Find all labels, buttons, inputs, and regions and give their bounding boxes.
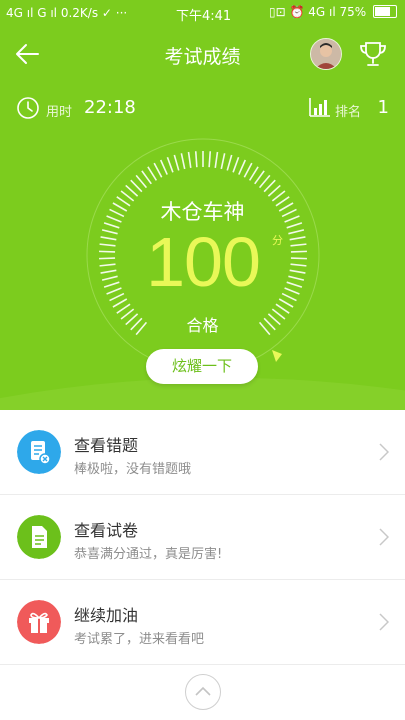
- gauge-tick: [99, 263, 116, 267]
- gauge-tick: [99, 243, 116, 247]
- status-icons: ▯⊡ ⏰ 4G ıl: [269, 5, 336, 19]
- gauge-tick: [288, 229, 305, 235]
- status-signal: 4G ıl G ıl 0.2K/s ✓ ···: [6, 6, 128, 20]
- gauge-tick: [100, 236, 117, 241]
- gauge-tick: [101, 275, 118, 281]
- chevron-right-icon: [379, 443, 389, 461]
- list-item-exam-paper[interactable]: 查看试卷 恭喜满分通过，真是厉害!: [0, 495, 405, 580]
- list-item-title: 继续加油: [74, 606, 139, 625]
- list-item-subtitle: 棒极啦，没有错题哦: [74, 462, 192, 477]
- gauge-tick: [284, 287, 300, 295]
- bar-chart-icon: [309, 98, 330, 117]
- gauge-tick: [238, 159, 247, 175]
- user-avatar[interactable]: [310, 38, 342, 70]
- rank: 排名 1: [309, 94, 389, 122]
- gauge-tick: [100, 269, 117, 274]
- chevron-right-icon: [379, 528, 389, 546]
- action-list: 查看错题 棒极啦，没有错题哦 查看试卷 恭喜满分通过，真是厉害! 继续加油 考试…: [0, 410, 405, 665]
- result-header: 4G ıl G ıl 0.2K/s ✓ ··· 下午4:41 ▯⊡ ⏰ 4G ı…: [0, 0, 405, 410]
- title-bar: 考试成绩: [0, 28, 405, 80]
- list-item-wrong-questions[interactable]: 查看错题 棒极啦，没有错题哦: [0, 410, 405, 495]
- chevron-up-icon: [195, 686, 211, 696]
- gauge-tick: [112, 298, 128, 308]
- status-time: 下午4:41: [176, 9, 232, 24]
- gauge-tick: [258, 174, 271, 189]
- gauge-tick: [147, 166, 158, 181]
- battery-percent: 75%: [339, 5, 367, 19]
- score-unit: 分: [272, 234, 283, 247]
- gauge-tick: [248, 166, 259, 181]
- clock-icon: [17, 97, 39, 119]
- status-right: ▯⊡ ⏰ 4G ıl 75%: [269, 5, 397, 19]
- page-title: 考试成绩: [164, 46, 241, 68]
- gauge-tick: [194, 151, 198, 168]
- gauge-tick: [254, 170, 265, 185]
- gauge-tick: [166, 156, 174, 173]
- gauge-tick: [109, 292, 125, 302]
- wrong-questions-icon: [17, 430, 61, 474]
- gauge-tick: [130, 179, 143, 193]
- gauge-tick: [180, 153, 186, 170]
- rank-label: 排名: [335, 105, 362, 120]
- gauge-tick: [232, 156, 240, 173]
- list-item-subtitle: 恭喜满分通过，真是厉害!: [74, 547, 223, 562]
- gauge-tick: [281, 292, 297, 302]
- list-item-title: 查看试卷: [74, 521, 139, 540]
- list-item-title: 查看错题: [74, 436, 139, 455]
- gauge-tick: [135, 174, 148, 189]
- gauge-tick: [226, 154, 233, 171]
- gauge-tick: [290, 263, 307, 267]
- gauge-tick: [220, 153, 226, 170]
- gauge-tick: [263, 179, 276, 193]
- gauge-tick: [208, 151, 212, 168]
- gauge-tick: [159, 159, 168, 175]
- share-button[interactable]: 炫耀一下: [146, 349, 258, 384]
- status-bar: 4G ıl G ıl 0.2K/s ✓ ··· 下午4:41 ▯⊡ ⏰ 4G ı…: [0, 0, 405, 28]
- gauge-tick: [101, 229, 118, 235]
- gauge-tick: [290, 243, 307, 247]
- rank-value: 1: [377, 97, 389, 118]
- gauge-tick: [103, 281, 120, 288]
- list-item-keep-going[interactable]: 继续加油 考试累了，进来看看吧: [0, 580, 405, 665]
- gauge-tick: [288, 275, 305, 281]
- list-item-subtitle: 考试累了，进来看看吧: [74, 632, 205, 647]
- gauge-tick: [106, 287, 122, 295]
- gauge-tick: [187, 151, 192, 168]
- gauge-tick: [214, 151, 219, 168]
- chevron-right-icon: [379, 613, 389, 631]
- avatar-image: [311, 39, 341, 69]
- gauge-tick: [267, 184, 281, 197]
- trophy-icon[interactable]: [357, 38, 389, 70]
- gauge-tick: [141, 170, 152, 185]
- scroll-up-button[interactable]: [185, 674, 221, 710]
- gauge-tick: [153, 162, 163, 178]
- gauge-tick: [243, 162, 253, 178]
- gauge-tick: [290, 250, 307, 253]
- gauge-tick: [289, 269, 306, 274]
- gauge-tick: [290, 257, 307, 260]
- gauge-tick: [289, 236, 306, 241]
- gauge-tick: [99, 250, 116, 253]
- time-label: 用时: [46, 105, 73, 120]
- gift-icon: [17, 600, 61, 644]
- gauge-tick: [125, 184, 139, 197]
- gauge-tick: [278, 298, 294, 308]
- gauge-tick: [99, 257, 116, 260]
- exam-paper-icon: [17, 515, 61, 559]
- time-value: 22:18: [84, 97, 136, 118]
- gauge-tick: [173, 154, 180, 171]
- battery-icon: [373, 5, 397, 18]
- score-value: 100: [146, 223, 261, 301]
- gauge-tick: [286, 281, 303, 288]
- pass-status: 合格: [186, 316, 219, 335]
